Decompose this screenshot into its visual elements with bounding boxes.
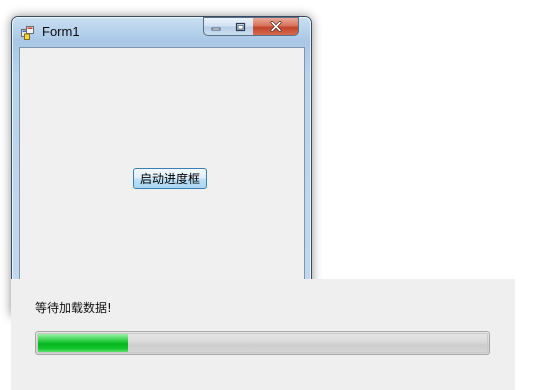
title-bar[interactable]: Form1 [12, 17, 311, 47]
minimize-button[interactable] [203, 17, 229, 36]
progress-bar [35, 331, 490, 355]
window-title: Form1 [42, 24, 80, 39]
close-icon [270, 21, 281, 32]
progress-fill [38, 334, 128, 352]
minimize-icon [211, 27, 221, 30]
loading-message: 等待加载数据! [35, 301, 112, 315]
loading-panel: 等待加载数据! [11, 279, 515, 390]
maximize-icon [235, 22, 246, 31]
form1-window: Form1 启动进度框 [11, 16, 312, 317]
app-icon [21, 26, 34, 40]
close-button[interactable] [253, 17, 299, 36]
maximize-button[interactable] [228, 17, 254, 36]
start-progress-button[interactable]: 启动进度框 [133, 168, 207, 189]
form-client-area: 启动进度框 [19, 47, 305, 317]
progress-track [37, 333, 488, 353]
